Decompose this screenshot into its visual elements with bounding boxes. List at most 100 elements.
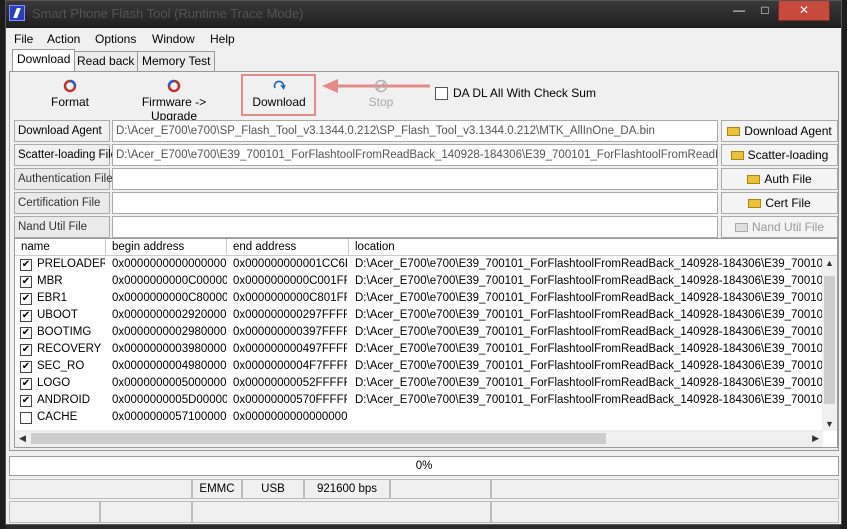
partition-name: CACHE — [37, 411, 78, 423]
partition-name: LOGO — [37, 377, 71, 389]
title-bar[interactable]: Smart Phone Flash Tool (Runtime Trace Mo… — [6, 1, 841, 28]
begin-address: 0x0000000057100000 — [112, 411, 227, 423]
download-highlight-box — [241, 74, 316, 116]
col-header-name[interactable]: name — [15, 239, 106, 256]
location-path: D:\Acer_E700\e700\E39_700101_ForFlashtoo… — [355, 377, 823, 389]
end-address: 0x000000000397FFFF — [233, 326, 347, 338]
scroll-up-icon[interactable]: ▲ — [825, 258, 834, 268]
nand-util-file-button[interactable]: Nand Util File — [721, 216, 838, 238]
status-storage: EMMC — [192, 479, 242, 499]
folder-icon — [734, 223, 748, 232]
horizontal-scroll-thumb[interactable] — [31, 433, 606, 444]
table-row[interactable]: ✔ LOGO 0x0000000005000000 0x00000000052FFFF… — [15, 376, 823, 393]
auth-file-button[interactable]: Auth File — [721, 168, 838, 190]
tab-strip: Download Read back Memory Test — [6, 49, 841, 71]
menu-help[interactable]: Help — [210, 32, 235, 46]
partition-name: PRELOADER — [37, 258, 105, 270]
table-row[interactable]: ✔ UBOOT 0x0000000002920000 0x000000000297FF… — [15, 308, 823, 325]
status-bar-segment — [491, 501, 839, 523]
download-agent-button[interactable]: Download Agent — [721, 120, 838, 142]
row-checkbox[interactable]: ✔ — [20, 310, 32, 322]
tab-read-back[interactable]: Read back — [72, 51, 140, 71]
row-checkbox[interactable]: ✔ — [20, 327, 32, 339]
table-row[interactable]: CACHE 0x0000000057100000 0x000000000000000… — [15, 410, 823, 427]
tab-memory-test[interactable]: Memory Test — [137, 51, 216, 71]
begin-address: 0x0000000000C00000 — [112, 275, 227, 287]
scatter-loading-button[interactable]: Scatter-loading — [721, 144, 838, 166]
begin-address: 0x0000000004980000 — [112, 360, 227, 372]
table-row[interactable]: ✔ BOOTIMG 0x0000000002980000 0x000000000397… — [15, 325, 823, 342]
close-icon[interactable]: ✕ — [778, 1, 830, 21]
table-row[interactable]: ✔ PRELOADER 0x0000000000000000 0x0000000000… — [15, 257, 823, 274]
minimize-icon[interactable]: — — [726, 1, 752, 21]
scatter-loading-button-label: Scatter-loading — [747, 148, 829, 162]
table-row[interactable]: ✔ SEC_RO 0x0000000004980000 0x0000000004F7F… — [15, 359, 823, 376]
location-path: D:\Acer_E700\e700\E39_700101_ForFlashtoo… — [355, 326, 823, 338]
location-path: D:\Acer_E700\e700\E39_700101_ForFlashtoo… — [355, 292, 823, 304]
partition-name: MBR — [37, 275, 63, 287]
row-checkbox[interactable]: ✔ — [20, 276, 32, 288]
col-header-end[interactable]: end address — [227, 239, 349, 256]
menu-action[interactable]: Action — [47, 32, 80, 46]
authentication-file-field[interactable] — [112, 168, 718, 190]
folder-icon — [727, 127, 741, 136]
partition-name: ANDROID — [37, 394, 91, 406]
download-agent-button-label: Download Agent — [744, 124, 832, 138]
row-checkbox[interactable] — [20, 412, 32, 424]
certification-file-field[interactable] — [112, 192, 718, 214]
authentication-file-label: Authentication File — [14, 168, 113, 190]
menu-options[interactable]: Options — [95, 32, 136, 46]
status-bar-segment — [100, 501, 192, 523]
row-checkbox[interactable]: ✔ — [20, 361, 32, 373]
scatter-loading-field[interactable]: D:\Acer_E700\e700\E39_700101_ForFlashtoo… — [112, 144, 718, 166]
nand-util-file-field[interactable] — [112, 216, 718, 238]
flash-tool-window: Smart Phone Flash Tool (Runtime Trace Mo… — [5, 0, 842, 525]
table-row[interactable]: ✔ MBR 0x0000000000C00000 0x0000000000C001FF… — [15, 274, 823, 291]
cert-file-button-label: Cert File — [765, 196, 811, 210]
vertical-scroll-thumb[interactable] — [824, 276, 835, 404]
cert-file-button[interactable]: Cert File — [721, 192, 838, 214]
col-header-location[interactable]: location — [349, 239, 837, 256]
location-path: D:\Acer_E700\e700\E39_700101_ForFlashtoo… — [355, 394, 823, 406]
firmware-upgrade-button[interactable]: Firmware -> Upgrade — [118, 76, 230, 123]
tab-download[interactable]: Download — [12, 49, 76, 71]
end-address: 0x0000000000C801FF — [233, 292, 347, 304]
download-agent-field[interactable]: D:\Acer_E700\e700\SP_Flash_Tool_v3.1344.… — [112, 120, 718, 142]
row-checkbox[interactable]: ✔ — [20, 344, 32, 356]
format-button[interactable]: Format — [42, 76, 98, 114]
row-checkbox[interactable]: ✔ — [20, 395, 32, 407]
checksum-label: DA DL All With Check Sum — [453, 86, 596, 100]
row-checkbox[interactable]: ✔ — [20, 378, 32, 390]
maximize-icon[interactable]: □ — [752, 1, 778, 21]
horizontal-scrollbar[interactable]: ◀ ▶ — [15, 430, 823, 447]
scroll-left-icon[interactable]: ◀ — [19, 433, 26, 444]
scroll-down-icon[interactable]: ▼ — [825, 419, 834, 429]
scatter-loading-label: Scatter-loading File — [14, 144, 117, 166]
end-address: 0x0000000000000000 — [233, 411, 347, 423]
row-checkbox[interactable]: ✔ — [20, 293, 32, 305]
firmware-upgrade-label: Firmware -> Upgrade — [141, 95, 207, 123]
location-path: D:\Acer_E700\e700\E39_700101_ForFlashtoo… — [355, 275, 823, 287]
scroll-right-icon[interactable]: ▶ — [812, 433, 819, 444]
progress-bar: 0% — [9, 456, 839, 476]
table-row[interactable]: ✔ RECOVERY 0x0000000003980000 0x00000000049… — [15, 342, 823, 359]
col-header-begin[interactable]: begin address — [106, 239, 227, 256]
table-row[interactable]: ✔ ANDROID 0x0000000005D00000 0x00000000570F… — [15, 393, 823, 410]
checksum-checkbox[interactable] — [435, 87, 448, 100]
begin-address: 0x0000000005000000 — [112, 377, 227, 389]
vertical-scrollbar[interactable]: ▲ ▼ — [822, 256, 837, 431]
table-row[interactable]: ✔ EBR1 0x0000000000C80000 0x0000000000C801F… — [15, 291, 823, 308]
end-address: 0x0000000000C001FF — [233, 275, 347, 287]
download-panel: Format Firmware -> Upgrade Download Stop… — [9, 71, 839, 451]
stop-label: Stop — [368, 95, 394, 109]
menu-file[interactable]: File — [14, 32, 33, 46]
stop-button[interactable]: Stop — [360, 76, 402, 114]
status-baud: 921600 bps — [304, 479, 390, 499]
folder-icon — [747, 175, 761, 184]
row-checkbox[interactable]: ✔ — [20, 259, 32, 271]
menu-window[interactable]: Window — [152, 32, 195, 46]
format-icon — [63, 79, 77, 93]
begin-address: 0x0000000003980000 — [112, 343, 227, 355]
partition-name: BOOTIMG — [37, 326, 92, 338]
firmware-upgrade-icon — [167, 79, 181, 93]
